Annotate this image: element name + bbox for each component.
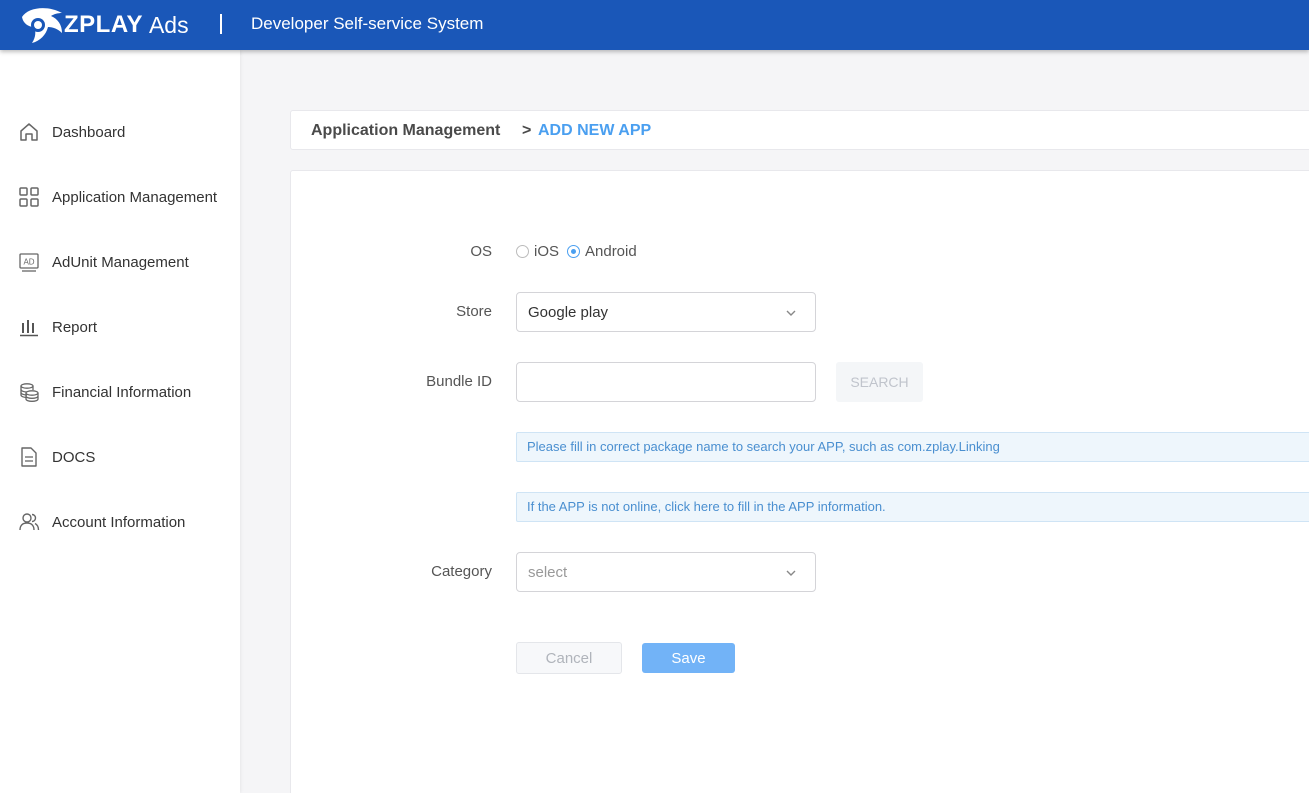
zplay-logo[interactable]: ZPLAY Ads [18, 5, 189, 45]
manual-entry-link[interactable]: If the APP is not online, click here to … [516, 492, 1309, 522]
sidebar-item-label: Report [52, 318, 98, 336]
sidebar-item-account-information[interactable]: Account Information [0, 502, 240, 542]
os-option-ios: iOS [534, 243, 560, 260]
system-title: Developer Self-service System [251, 14, 484, 33]
breadcrumb-parent-link[interactable]: Application Management [311, 122, 500, 140]
store-select[interactable]: Google play [516, 292, 816, 332]
add-app-form: OS iOS Android Store Google play Bundle … [290, 170, 1309, 793]
breadcrumb-current: ADD NEW APP [538, 122, 652, 139]
sidebar: Dashboard Application Management AD AdUn… [0, 50, 240, 793]
sidebar-item-label: Financial Information [52, 383, 192, 401]
sidebar-item-dashboard[interactable]: Dashboard [0, 112, 240, 152]
chevron-down-icon [786, 570, 796, 576]
svg-text:AD: AD [23, 258, 34, 267]
brand-name: ZPLAY [64, 11, 143, 38]
sidebar-item-label: Account Information [52, 513, 186, 531]
radio-circle [516, 245, 529, 258]
radio-circle-checked [567, 245, 580, 258]
header-divider [220, 14, 222, 34]
save-button[interactable]: Save [642, 643, 735, 673]
coins-icon [18, 381, 40, 403]
sidebar-item-financial-information[interactable]: Financial Information [0, 372, 240, 412]
os-radio-android[interactable]: Android [567, 243, 637, 260]
os-radio-ios[interactable]: iOS [516, 243, 559, 260]
ad-icon: AD [18, 251, 40, 273]
bundle-id-input[interactable] [516, 362, 816, 402]
sidebar-item-report[interactable]: Report [0, 307, 240, 347]
sidebar-item-label: DOCS [52, 448, 96, 466]
category-placeholder: select [528, 564, 568, 581]
breadcrumb-separator: > [522, 122, 532, 139]
dolphin-logo-icon [22, 8, 62, 44]
cancel-button[interactable]: Cancel [516, 642, 622, 674]
top-header: ZPLAY Ads Developer Self-service System [0, 0, 1309, 50]
category-select[interactable]: select [516, 552, 816, 592]
sidebar-item-application-management[interactable]: Application Management [0, 177, 240, 217]
sidebar-item-label: AdUnit Management [52, 253, 189, 271]
sidebar-item-adunit-management[interactable]: AD AdUnit Management [0, 242, 240, 282]
store-label: Store [456, 303, 492, 320]
sidebar-item-label: Application Management [52, 188, 218, 206]
document-icon [18, 446, 40, 468]
brand-suffix: Ads [148, 11, 189, 38]
bar-chart-icon [18, 316, 40, 338]
bundle-id-label: Bundle ID [426, 373, 492, 390]
os-label: OS [470, 243, 492, 260]
category-label: Category [431, 563, 492, 580]
sidebar-item-docs[interactable]: DOCS [0, 437, 240, 477]
bundle-id-hint: Please fill in correct package name to s… [516, 432, 1309, 462]
users-icon [18, 511, 40, 533]
home-icon [18, 121, 40, 143]
grid-icon [18, 186, 40, 208]
os-option-android: Android [585, 243, 637, 260]
store-selected-value: Google play [528, 304, 609, 321]
chevron-down-icon [786, 310, 796, 316]
search-button[interactable]: SEARCH [836, 362, 923, 402]
breadcrumb: Application Management > ADD NEW APP [290, 110, 1309, 150]
sidebar-item-label: Dashboard [52, 123, 126, 141]
